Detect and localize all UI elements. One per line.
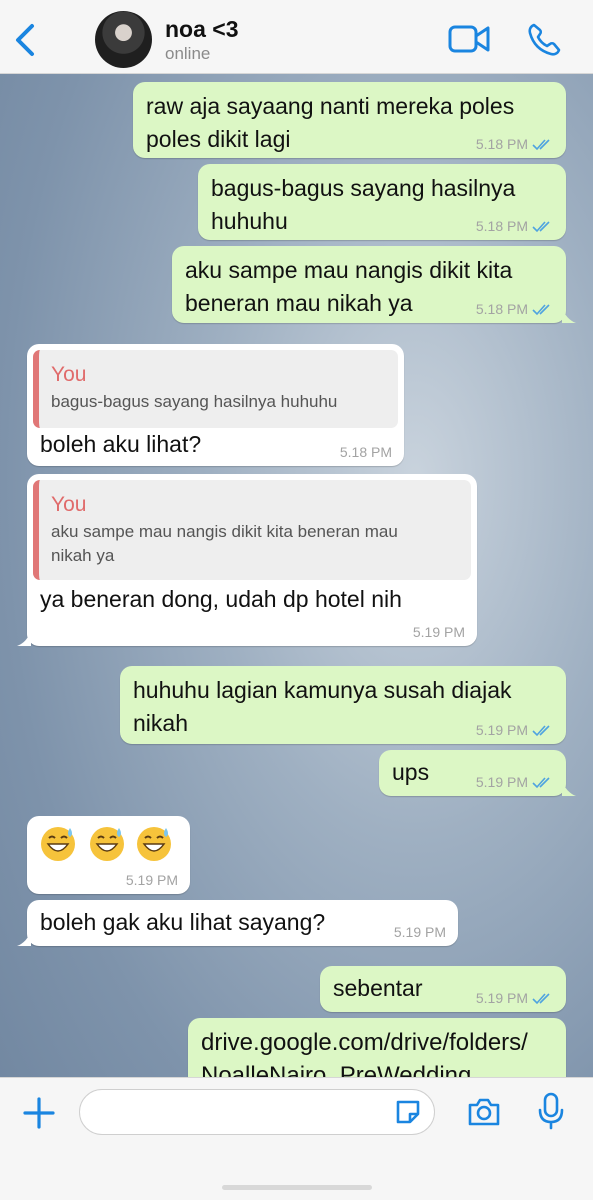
outgoing-message[interactable]: aku sampe mau nangis dikit kita beneran … bbox=[172, 246, 576, 323]
message-meta: 5.19 PM bbox=[413, 623, 465, 641]
contact-status: online bbox=[165, 44, 211, 63]
message-composer bbox=[0, 1077, 593, 1200]
message-list[interactable]: raw aja sayaang nanti mereka poles poles… bbox=[0, 74, 593, 1077]
home-indicator bbox=[222, 1185, 372, 1190]
message-time: 5.19 PM bbox=[125, 872, 178, 888]
message-time: 5.19 PM bbox=[393, 924, 446, 940]
message-text: ups bbox=[392, 759, 430, 785]
message-meta: 5.18 PM bbox=[476, 300, 554, 318]
chat-header: noa <3 online bbox=[0, 0, 593, 74]
message-text: bagus-bagus sayang hasilnya huhuhu bbox=[211, 175, 516, 234]
read-ticks-icon bbox=[532, 220, 550, 232]
microphone-icon[interactable] bbox=[537, 1092, 565, 1130]
quoted-reply[interactable]: You bagus-bagus sayang hasilnya huhuhu bbox=[33, 350, 398, 428]
read-ticks-icon bbox=[532, 724, 550, 736]
bubble-tail bbox=[17, 930, 31, 946]
message-time: 5.18 PM bbox=[475, 218, 528, 234]
message-time: 5.18 PM bbox=[475, 136, 528, 152]
incoming-message[interactable]: You bagus-bagus sayang hasilnya huhuhu b… bbox=[27, 344, 404, 466]
grinning-sweat-emoji bbox=[90, 827, 124, 861]
outgoing-message[interactable]: raw aja sayaang nanti mereka poles poles… bbox=[133, 82, 566, 158]
contact-name[interactable]: noa <3 bbox=[165, 16, 239, 43]
sticker-icon[interactable] bbox=[394, 1098, 422, 1126]
message-meta: 5.19 PM bbox=[394, 923, 446, 941]
message-meta: 5.18 PM bbox=[340, 443, 392, 461]
message-input[interactable] bbox=[79, 1089, 435, 1135]
read-ticks-icon bbox=[532, 303, 550, 315]
message-time: 5.18 PM bbox=[339, 444, 392, 460]
outgoing-message[interactable]: bagus-bagus sayang hasilnya huhuhu 5.18 … bbox=[198, 164, 566, 240]
read-ticks-icon bbox=[532, 138, 550, 150]
message-text: ya beneran dong, udah dp hotel nih bbox=[40, 586, 402, 612]
message-text: huhuhu lagian kamunya susah diajak nikah bbox=[133, 677, 512, 736]
quote-text: aku sampe mau nangis dikit kita beneran … bbox=[51, 522, 398, 565]
message-link[interactable]: drive.google.com/drive/folders/ NoalleNa… bbox=[201, 1026, 528, 1077]
bubble-tail bbox=[562, 780, 576, 796]
quote-author: You bbox=[51, 363, 87, 386]
message-text: sebentar bbox=[333, 975, 423, 1001]
outgoing-message[interactable]: sebentar 5.19 PM bbox=[320, 966, 566, 1012]
quote-author: You bbox=[51, 493, 87, 516]
incoming-message[interactable]: You aku sampe mau nangis dikit kita bene… bbox=[17, 474, 477, 646]
message-text: boleh gak aku lihat sayang? bbox=[40, 909, 326, 935]
message-text: boleh aku lihat? bbox=[40, 431, 202, 457]
message-time: 5.19 PM bbox=[412, 624, 465, 640]
message-meta: 5.19 PM bbox=[476, 989, 554, 1007]
contact-avatar[interactable] bbox=[95, 11, 152, 68]
outgoing-message[interactable]: huhuhu lagian kamunya susah diajak nikah… bbox=[120, 666, 566, 744]
message-meta: 5.18 PM bbox=[476, 217, 554, 235]
bubble-tail bbox=[562, 307, 576, 323]
message-text: raw aja sayaang nanti mereka poles poles… bbox=[146, 93, 515, 152]
incoming-message[interactable]: 5.19 PM bbox=[27, 816, 190, 894]
video-call-icon[interactable] bbox=[447, 22, 491, 56]
quoted-reply[interactable]: You aku sampe mau nangis dikit kita bene… bbox=[33, 480, 471, 580]
message-time: 5.19 PM bbox=[475, 990, 528, 1006]
message-meta: 5.19 PM bbox=[126, 871, 178, 889]
plus-icon[interactable] bbox=[22, 1096, 56, 1130]
bubble-tail bbox=[17, 630, 31, 646]
message-meta: 5.19 PM bbox=[476, 773, 554, 791]
grinning-sweat-emoji bbox=[41, 827, 75, 861]
message-time: 5.19 PM bbox=[475, 722, 528, 738]
message-time: 5.19 PM bbox=[475, 774, 528, 790]
outgoing-message[interactable]: drive.google.com/drive/folders/ NoalleNa… bbox=[188, 1018, 566, 1077]
camera-icon[interactable] bbox=[466, 1096, 502, 1128]
message-meta: 5.19 PM bbox=[476, 721, 554, 739]
grinning-sweat-emoji bbox=[137, 827, 171, 861]
back-chevron-icon[interactable] bbox=[12, 22, 40, 58]
outgoing-message[interactable]: ups 5.19 PM bbox=[379, 750, 576, 796]
phone-call-icon[interactable] bbox=[526, 22, 562, 58]
read-ticks-icon bbox=[532, 992, 550, 1004]
incoming-message[interactable]: boleh gak aku lihat sayang? 5.19 PM bbox=[17, 900, 458, 946]
message-meta: 5.18 PM bbox=[476, 135, 554, 153]
read-ticks-icon bbox=[532, 776, 550, 788]
message-time: 5.18 PM bbox=[475, 301, 528, 317]
quote-text: bagus-bagus sayang hasilnya huhuhu bbox=[51, 392, 338, 411]
message-text: aku sampe mau nangis dikit kita beneran … bbox=[185, 257, 513, 316]
